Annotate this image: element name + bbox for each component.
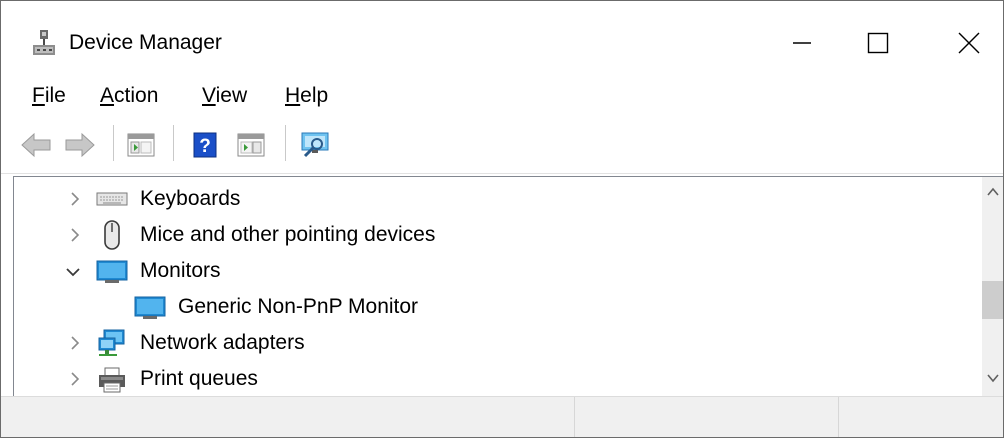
network-adapter-icon: [98, 329, 125, 356]
status-bar: [1, 396, 1003, 437]
title-bar[interactable]: Device Manager: [1, 1, 1003, 77]
maximize-icon: [867, 32, 889, 54]
monitor-icon: [96, 260, 128, 283]
menu-bar: File Action View Help: [1, 77, 1003, 115]
mouse-icon: [104, 220, 120, 250]
minimize-button[interactable]: [772, 15, 832, 71]
device-manager-app-icon: [33, 30, 55, 55]
tree-item-label: Monitors: [140, 259, 221, 282]
console-tree-icon: [127, 133, 155, 157]
device-manager-window: Device Manager File Action View Help ? K…: [0, 0, 1004, 438]
tree-item-keyboards[interactable]: Keyboards: [14, 181, 974, 217]
toolbar-separator: [285, 125, 286, 161]
menu-view-label: iew: [215, 84, 248, 107]
device-tree[interactable]: Keyboards Mice and other pointing device…: [13, 176, 1003, 398]
menu-help-label: elp: [300, 84, 329, 107]
chevron-right-icon[interactable]: [67, 371, 83, 387]
menu-view-accelerator: V: [202, 84, 216, 107]
menu-file-accelerator: F: [32, 84, 45, 107]
help-button[interactable]: ?: [193, 131, 217, 159]
back-button[interactable]: [21, 131, 51, 159]
tree-item-print-queues[interactable]: Print queues: [14, 361, 974, 397]
scan-hardware-icon: [301, 132, 329, 158]
menu-action-label: ction: [114, 84, 159, 107]
menu-help[interactable]: Help: [285, 83, 328, 109]
status-bar-panel: [574, 397, 839, 437]
tree-item-mice[interactable]: Mice and other pointing devices: [14, 217, 974, 253]
back-arrow-icon: [21, 132, 51, 158]
maximize-button[interactable]: [848, 15, 908, 71]
menu-view[interactable]: View: [202, 83, 247, 109]
help-icon: ?: [193, 132, 217, 158]
tree-item-label: Generic Non-PnP Monitor: [178, 295, 419, 318]
menu-action[interactable]: Action: [100, 83, 158, 109]
toolbar-separator: [113, 125, 114, 161]
tree-item-label: Mice and other pointing devices: [140, 223, 436, 246]
chevron-right-icon[interactable]: [67, 191, 83, 207]
tree-item-label: Print queues: [140, 367, 258, 390]
toolbar: ?: [1, 117, 1003, 174]
scrollbar-thumb[interactable]: [982, 281, 1003, 319]
monitor-icon: [134, 296, 166, 319]
toolbar-separator: [173, 125, 174, 161]
action-pane-icon: [237, 133, 265, 157]
tree-item-generic-non-pnp-monitor[interactable]: Generic Non-PnP Monitor: [14, 289, 974, 325]
scroll-up-arrow-icon[interactable]: [987, 187, 999, 197]
chevron-right-icon[interactable]: [67, 335, 83, 351]
menu-help-accelerator: H: [285, 84, 301, 107]
forward-button[interactable]: [65, 131, 95, 159]
close-button[interactable]: [939, 15, 999, 71]
show-hide-action-pane-button[interactable]: [237, 131, 265, 159]
vertical-scrollbar[interactable]: [982, 177, 1003, 397]
keyboard-icon: [96, 192, 128, 206]
tree-item-network-adapters[interactable]: Network adapters: [14, 325, 974, 361]
scroll-down-arrow-icon[interactable]: [987, 373, 999, 383]
forward-arrow-icon: [65, 132, 95, 158]
scan-hardware-changes-button[interactable]: [299, 131, 333, 159]
tree-item-label: Keyboards: [140, 187, 241, 210]
tree-item-monitors[interactable]: Monitors: [14, 253, 974, 289]
status-bar-panel: [838, 397, 1003, 437]
window-title: Device Manager: [69, 31, 222, 54]
show-hide-console-tree-button[interactable]: [127, 131, 155, 159]
chevron-down-icon[interactable]: [65, 265, 81, 281]
tree-item-label: Network adapters: [140, 331, 305, 354]
close-icon: [958, 32, 980, 54]
printer-icon: [99, 367, 125, 393]
chevron-right-icon[interactable]: [67, 227, 83, 243]
svg-text:?: ?: [199, 136, 211, 157]
minimize-icon: [793, 42, 811, 44]
menu-action-accelerator: A: [100, 84, 115, 107]
menu-file-label: ile: [44, 84, 66, 107]
menu-file[interactable]: File: [32, 83, 66, 109]
